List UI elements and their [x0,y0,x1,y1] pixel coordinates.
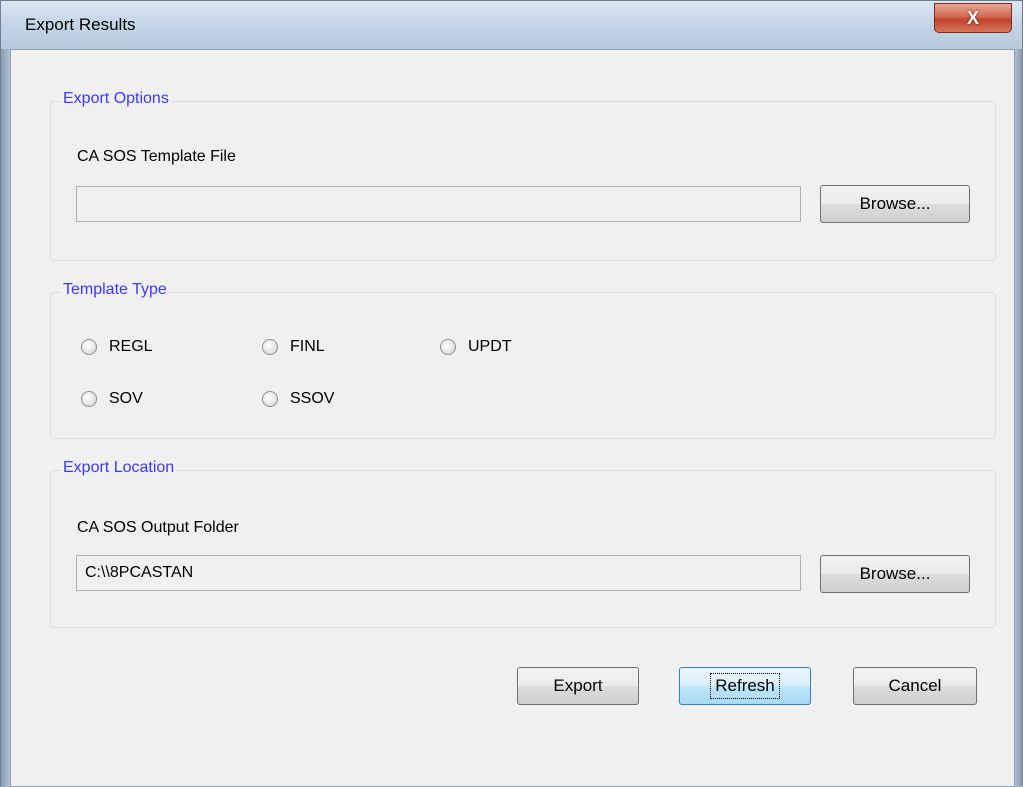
radio-ssov[interactable]: SSOV [262,390,334,408]
export-location-legend: Export Location [61,459,177,477]
title-bar[interactable]: Export Results X [1,1,1022,49]
template-type-group: Template Type REGL FINL UPDT SOV SSOV [50,281,996,439]
radio-regl-label: REGL [109,338,153,355]
radio-ssov-label: SSOV [290,390,335,407]
window-border-right [1014,49,1022,787]
export-options-legend: Export Options [61,90,171,108]
export-location-group: Export Location CA SOS Output Folder C:\… [50,459,996,628]
cancel-button-label: Cancel [888,676,942,695]
template-browse-button[interactable]: Browse... [820,185,970,223]
radio-circle-icon[interactable] [81,339,97,355]
radio-updt-label: UPDT [468,338,512,355]
cancel-button[interactable]: Cancel [853,667,977,705]
close-icon: X [966,7,979,28]
close-button[interactable]: X [934,3,1012,33]
radio-finl-label: FINL [290,338,325,355]
radio-sov[interactable]: SOV [81,390,143,408]
radio-circle-icon[interactable] [262,339,278,355]
template-file-input[interactable] [76,186,801,222]
radio-finl[interactable]: FINL [262,338,325,356]
window-border-left [1,49,10,787]
dialog-body: Export Options CA SOS Template File Brow… [10,49,1015,787]
export-button[interactable]: Export [517,667,639,705]
output-folder-input[interactable]: C:\\8PCASTAN [76,555,801,591]
radio-circle-icon[interactable] [440,339,456,355]
refresh-button-label: Refresh [710,673,780,699]
export-options-group: Export Options CA SOS Template File Brow… [50,90,996,261]
template-browse-label: Browse... [859,194,931,213]
output-browse-button[interactable]: Browse... [820,555,970,593]
radio-updt[interactable]: UPDT [440,338,512,356]
export-results-dialog: Export Results X Export Options CA SOS T… [0,0,1023,787]
radio-sov-label: SOV [109,390,143,407]
radio-regl[interactable]: REGL [81,338,153,356]
radio-circle-icon[interactable] [262,391,278,407]
output-browse-label: Browse... [859,564,931,583]
radio-circle-icon[interactable] [81,391,97,407]
output-folder-label: CA SOS Output Folder [77,519,239,536]
template-file-label: CA SOS Template File [77,148,236,165]
window-title: Export Results [25,15,136,34]
export-button-label: Export [553,676,603,695]
template-type-legend: Template Type [61,281,169,299]
refresh-button[interactable]: Refresh [679,667,811,705]
